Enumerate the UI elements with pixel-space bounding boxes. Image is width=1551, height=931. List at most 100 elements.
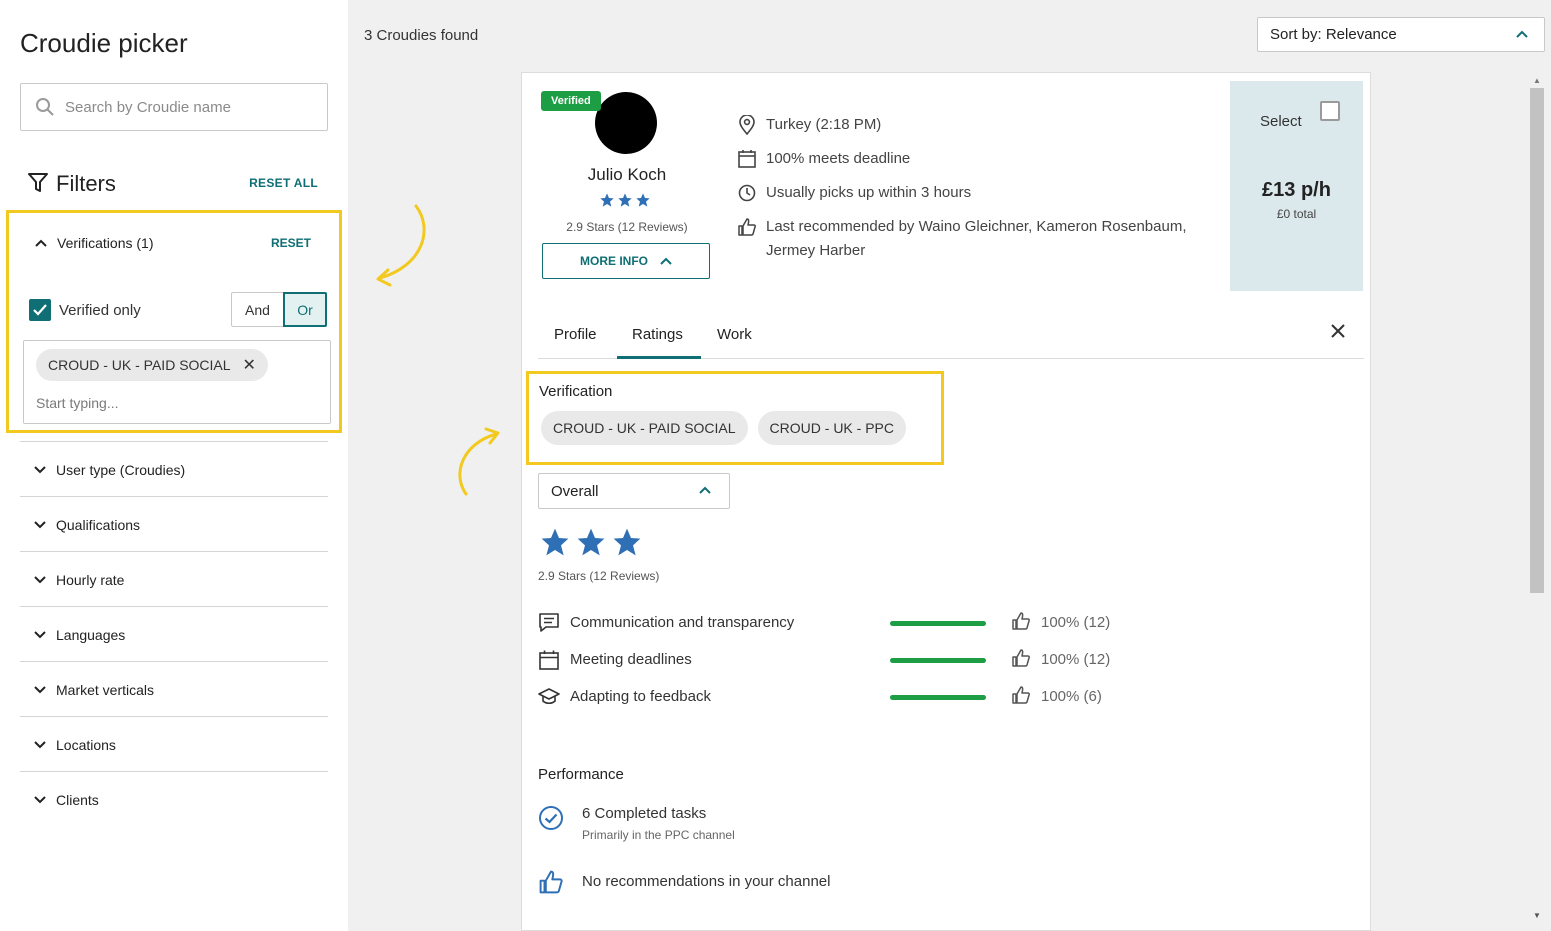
criteria-progress-fill	[890, 621, 986, 626]
search-icon	[36, 98, 54, 116]
filter-section-languages[interactable]: Languages	[20, 606, 328, 661]
star-icon	[577, 528, 605, 556]
criteria-label: Meeting deadlines	[570, 651, 692, 668]
scrollbar-thumb[interactable]	[1530, 88, 1544, 593]
verifications-label: Verifications (1)	[57, 235, 154, 251]
criteria-value: 100% (12)	[1041, 614, 1111, 631]
chip-label: CROUD - UK - PAID SOCIAL	[48, 357, 231, 373]
sort-dropdown[interactable]: Sort by: Relevance	[1257, 17, 1545, 52]
chevron-up-icon	[1516, 30, 1528, 38]
calendar-icon	[738, 150, 756, 168]
annotation-arrow-icon	[376, 204, 426, 287]
scroll-down-arrow-icon[interactable]: ▼	[1533, 911, 1541, 920]
filter-section-clients[interactable]: Clients	[20, 771, 328, 826]
filter-section-label: Market verticals	[56, 682, 155, 698]
verification-title: Verification	[539, 383, 613, 400]
info-deadline: 100% meets deadline	[738, 147, 910, 171]
criteria-value: 100% (6)	[1041, 688, 1102, 705]
chevron-down-icon	[34, 796, 46, 804]
criteria-progress-bar	[890, 695, 986, 700]
filter-section-label: User type (Croudies)	[56, 462, 186, 478]
verified-badge: Verified	[541, 91, 601, 111]
filter-sidebar: Croudie picker Filters RESET ALL Verific…	[0, 0, 348, 931]
filter-section-market-verticals[interactable]: Market verticals	[20, 661, 328, 716]
info-recommended: Last recommended by Waino Gleichner, Kam…	[738, 215, 1208, 263]
verification-chip: CROUD - UK - PAID SOCIAL ✕	[36, 349, 268, 381]
chevron-up-icon	[699, 486, 711, 494]
close-icon[interactable]	[1330, 323, 1346, 339]
price-total: £0 total	[1276, 207, 1317, 221]
verifications-panel-highlight: Verifications (1) RESET Verified only An…	[6, 210, 342, 433]
criteria-value: 100% (12)	[1041, 651, 1111, 668]
verification-section-highlight: Verification CROUD - UK - PAID SOCIAL CR…	[526, 371, 944, 465]
verified-only-checkbox[interactable]: Verified only	[29, 299, 141, 321]
calendar-icon	[539, 650, 559, 670]
tab-profile[interactable]: Profile	[554, 326, 597, 343]
scroll-up-arrow-icon[interactable]: ▲	[1533, 76, 1541, 85]
verification-chips: CROUD - UK - PAID SOCIAL CROUD - UK - PP…	[541, 411, 906, 445]
filter-section-user-type[interactable]: User type (Croudies)	[20, 441, 328, 496]
star-icon	[541, 528, 569, 556]
criteria-label: Communication and transparency	[570, 614, 795, 631]
select-checkbox[interactable]	[1320, 101, 1340, 121]
thumbs-up-icon	[539, 870, 563, 894]
criteria-progress-fill	[890, 695, 986, 700]
thumbs-up-icon	[1012, 612, 1030, 630]
thumbs-up-icon	[738, 218, 756, 236]
search-field[interactable]	[20, 83, 328, 131]
overall-rating-summary: 2.9 Stars (12 Reviews)	[538, 569, 660, 583]
criteria-row: Communication and transparency 100% (12)	[538, 610, 1138, 636]
criteria-progress-fill	[890, 658, 986, 663]
hourly-price: £13 p/h	[1262, 179, 1331, 201]
criteria-progress-bar	[890, 658, 986, 663]
criteria-row: Adapting to feedback 100% (6)	[538, 684, 1138, 710]
verification-tag-input[interactable]: CROUD - UK - PAID SOCIAL ✕	[23, 340, 331, 424]
check-circle-icon	[539, 806, 563, 830]
chevron-down-icon	[34, 631, 46, 639]
croudie-name: Julio Koch	[587, 165, 667, 184]
overall-star-rating	[539, 526, 643, 558]
performance-recommendations: No recommendations in your channel	[538, 869, 1138, 895]
chevron-down-icon	[34, 521, 46, 529]
chip-remove-icon[interactable]: ✕	[243, 355, 256, 375]
rating-category-dropdown[interactable]: Overall	[538, 473, 730, 509]
chevron-down-icon	[34, 576, 46, 584]
tab-work[interactable]: Work	[717, 326, 752, 343]
scrollbar[interactable]: ▲ ▼	[1529, 72, 1545, 922]
select-label: Select	[1260, 113, 1302, 130]
verification-chip: CROUD - UK - PPC	[757, 411, 906, 445]
thumbs-up-icon	[1012, 686, 1030, 704]
or-toggle-button[interactable]: Or	[283, 292, 327, 327]
recommendations-text: No recommendations in your channel	[582, 873, 831, 890]
thumbs-up-icon	[1012, 649, 1030, 667]
chevron-down-icon	[34, 686, 46, 694]
rating-summary: 2.9 Stars (12 Reviews)	[566, 220, 688, 234]
tab-ratings[interactable]: Ratings	[632, 326, 683, 343]
filters-header: Filters RESET ALL	[28, 170, 320, 198]
profile-tabs: Profile Ratings Work	[538, 315, 1364, 359]
criteria-row: Meeting deadlines 100% (12)	[538, 647, 1138, 673]
star-icon	[613, 528, 641, 556]
verifications-reset-button[interactable]: RESET	[271, 236, 311, 250]
criteria-label: Adapting to feedback	[570, 688, 711, 705]
results-area: 3 Croudies found Sort by: Relevance Veri…	[348, 0, 1551, 931]
verification-search-input[interactable]	[36, 395, 316, 411]
sort-label: Sort by: Relevance	[1270, 26, 1397, 43]
reset-all-button[interactable]: RESET ALL	[249, 176, 318, 190]
rating-category-label: Overall	[551, 482, 599, 500]
location-pin-icon	[739, 115, 755, 135]
criteria-progress-bar	[890, 621, 986, 626]
and-toggle-button[interactable]: And	[231, 292, 283, 327]
filter-section-hourly-rate[interactable]: Hourly rate	[20, 551, 328, 606]
star-rating	[599, 192, 651, 208]
chevron-up-icon	[35, 239, 47, 247]
filter-section-qualifications[interactable]: Qualifications	[20, 496, 328, 551]
filter-section-locations[interactable]: Locations	[20, 716, 328, 771]
filter-section-label: Locations	[56, 737, 116, 753]
page-title: Croudie picker	[20, 28, 188, 58]
more-info-button[interactable]: MORE INFO	[542, 243, 710, 279]
results-count: 3 Croudies found	[364, 27, 479, 44]
search-input[interactable]	[65, 98, 305, 116]
performance-completed: 6 Completed tasks Primarily in the PPC c…	[538, 805, 1138, 847]
verifications-toggle[interactable]: Verifications (1)	[35, 235, 153, 251]
